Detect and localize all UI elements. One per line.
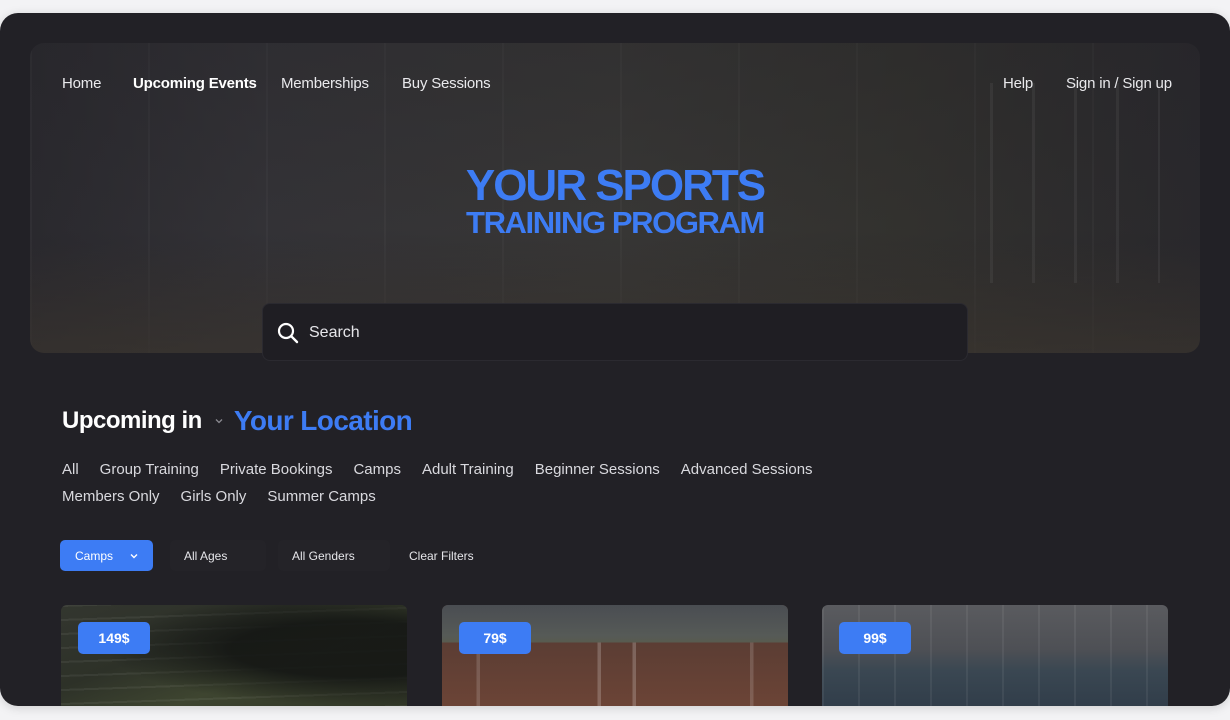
- event-card[interactable]: 149$: [61, 605, 407, 706]
- search-icon: [277, 322, 299, 344]
- card-image: [442, 605, 788, 706]
- nav-help[interactable]: Help: [1003, 75, 1033, 92]
- event-card[interactable]: 79$: [442, 605, 788, 706]
- category-adult-training[interactable]: Adult Training: [422, 460, 514, 479]
- location-selector[interactable]: Your Location: [234, 405, 413, 437]
- nav-home[interactable]: Home: [62, 75, 101, 92]
- type-filter-dropdown[interactable]: Camps: [60, 540, 153, 571]
- event-cards: 149$ 79$ 99$: [0, 605, 1230, 706]
- upcoming-heading: Upcoming in Your Location: [62, 403, 413, 439]
- price-badge: 79$: [459, 622, 531, 654]
- category-advanced-sessions[interactable]: Advanced Sessions: [681, 460, 813, 479]
- price-badge: 149$: [78, 622, 150, 654]
- category-group-training[interactable]: Group Training: [100, 460, 199, 479]
- category-camps[interactable]: Camps: [353, 460, 401, 479]
- search-input[interactable]: [307, 304, 951, 362]
- genders-filter[interactable]: All Genders: [278, 540, 390, 571]
- hero-title-line1: YOUR SPORTS: [465, 161, 766, 210]
- nav-memberships[interactable]: Memberships: [281, 75, 369, 92]
- genders-filter-label: All Genders: [292, 548, 355, 563]
- top-nav: Home Upcoming Events Memberships Buy Ses…: [0, 13, 1230, 153]
- ages-filter[interactable]: All Ages: [170, 540, 266, 571]
- nav-buy-sessions[interactable]: Buy Sessions: [402, 75, 491, 92]
- ages-filter-label: All Ages: [184, 548, 228, 563]
- clear-filters-button[interactable]: Clear Filters: [395, 540, 495, 571]
- nav-upcoming-events[interactable]: Upcoming Events: [133, 75, 257, 92]
- upcoming-label: Upcoming in: [62, 407, 202, 434]
- card-image: [61, 605, 407, 706]
- hero-title-line2: TRAINING PROGRAM: [466, 205, 765, 240]
- category-beginner-sessions[interactable]: Beginner Sessions: [535, 460, 660, 479]
- chevron-down-icon: [130, 553, 138, 558]
- card-image: [822, 605, 1168, 706]
- app-window: Home Upcoming Events Memberships Buy Ses…: [0, 13, 1230, 706]
- event-card[interactable]: 99$: [822, 605, 1168, 706]
- category-girls-only[interactable]: Girls Only: [181, 487, 247, 506]
- category-all[interactable]: All: [62, 460, 79, 479]
- category-private-bookings[interactable]: Private Bookings: [220, 460, 333, 479]
- search-bar[interactable]: [262, 303, 968, 362]
- type-filter-value: Camps: [75, 548, 114, 563]
- category-summer-camps[interactable]: Summer Camps: [267, 487, 375, 506]
- category-members-only[interactable]: Members Only: [62, 487, 160, 506]
- price-badge: 99$: [839, 622, 911, 654]
- chevron-down-icon[interactable]: [214, 416, 224, 426]
- nav-signin[interactable]: Sign in / Sign up: [1066, 75, 1172, 92]
- category-list: All Group Training Private Bookings Camp…: [62, 460, 882, 506]
